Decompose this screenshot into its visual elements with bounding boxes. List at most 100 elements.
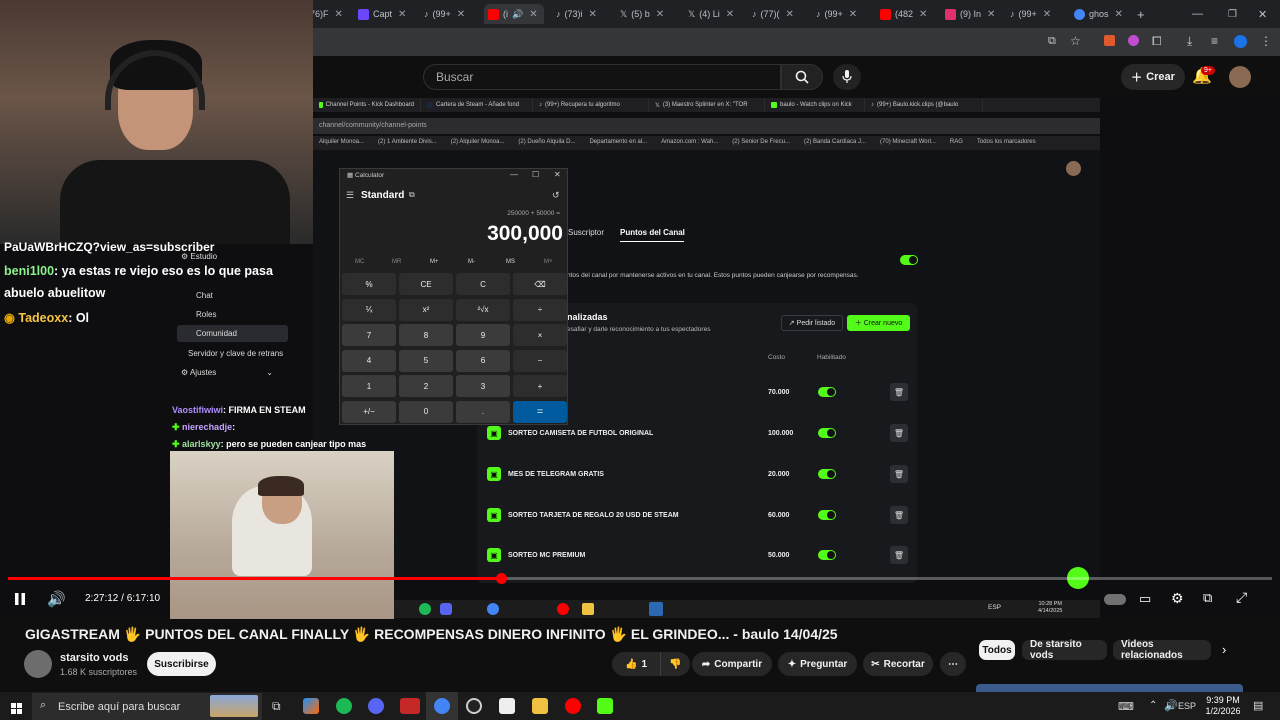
bookmark-star-icon[interactable]: ☆ <box>1070 34 1081 48</box>
subscribe-button[interactable]: Suscribirse <box>147 652 216 676</box>
restore-icon[interactable]: ❐ <box>1228 4 1237 24</box>
close-icon[interactable]: ✕ <box>589 9 597 20</box>
capcut-icon[interactable] <box>499 698 515 714</box>
chip-all[interactable]: Todos <box>979 640 1015 660</box>
channel-avatar[interactable] <box>24 650 52 678</box>
sidebar-item-roles: Roles <box>196 310 217 319</box>
chat-username: beni1l00 <box>4 264 55 278</box>
notification-center-icon[interactable]: ▤ <box>1253 699 1263 712</box>
search-button[interactable] <box>781 64 823 90</box>
discord-icon[interactable] <box>368 698 384 714</box>
tab-label: ghos <box>1089 9 1109 19</box>
chip-from-channel[interactable]: De starsito vods <box>1022 639 1107 661</box>
browser-tab[interactable]: Capt ✕ <box>358 4 410 24</box>
windows-start-icon[interactable] <box>11 701 22 714</box>
reward-name: SORTEO MC PREMIUM <box>508 551 586 559</box>
fullscreen-icon[interactable]: ⤢ <box>1236 589 1247 606</box>
browser-tab[interactable]: ♪ (99+ ✕ <box>424 4 474 24</box>
share-button[interactable]: ➦ Compartir <box>692 652 772 676</box>
close-icon[interactable]: ✕ <box>726 9 734 20</box>
keyboard-icon[interactable]: ⌨ <box>1118 700 1134 713</box>
close-icon[interactable]: ✕ <box>1043 9 1051 20</box>
like-button[interactable]: 👍 1 <box>612 652 660 676</box>
more-actions-button[interactable]: ⋯ <box>940 652 966 676</box>
close-icon[interactable]: ✕ <box>529 9 537 20</box>
ask-button[interactable]: ✦ Preguntar <box>778 652 857 676</box>
menu-icon[interactable]: ⋮ <box>1260 34 1272 48</box>
second-webcam-hair <box>258 476 304 496</box>
search-highlight-image <box>210 695 258 717</box>
file-explorer-icon[interactable] <box>532 698 548 714</box>
reading-list-icon[interactable]: ≡ <box>1211 34 1218 48</box>
chevron-right-icon[interactable]: › <box>1222 642 1226 657</box>
related-video-thumbnail[interactable] <box>976 684 1243 692</box>
theater-mode-icon[interactable]: ⧉ <box>1203 590 1212 606</box>
close-icon[interactable]: ✕ <box>398 9 406 20</box>
badge-icon: ✚ <box>172 439 183 449</box>
new-tab-button[interactable]: + <box>1137 4 1151 24</box>
instagram-icon <box>945 8 956 20</box>
browser-tab[interactable]: ♪ (73)i ✕ <box>556 4 610 24</box>
close-icon[interactable]: ✕ <box>849 9 857 20</box>
more-horizontal-icon: ⋯ <box>948 658 958 670</box>
close-icon[interactable]: ✕ <box>656 9 664 20</box>
reward-row: ▣ SORTEO MC PREMIUM 50.000 🗑 <box>487 539 915 571</box>
calculator-key: % <box>342 273 396 295</box>
taskbar-clock[interactable]: 9:39 PM 1/2/2026 <box>1200 695 1246 717</box>
download-icon[interactable]: ⤓ <box>1187 34 1192 49</box>
search-input[interactable]: Buscar <box>423 64 781 90</box>
account-avatar[interactable] <box>1229 66 1251 88</box>
copilot-icon[interactable] <box>303 698 319 714</box>
subtitles-icon[interactable]: ▭ <box>1139 591 1151 607</box>
tab-label: (73)i <box>564 9 583 19</box>
browser-tab[interactable]: ghos ✕ <box>1074 4 1128 24</box>
progress-scrubber[interactable] <box>495 573 507 584</box>
close-icon[interactable]: ✕ <box>987 9 995 20</box>
dislike-button[interactable]: 👎 <box>660 652 690 676</box>
stream-tab: Cartera de Steam - Añade fond <box>421 98 533 112</box>
close-window-icon[interactable]: ✕ <box>1258 4 1267 24</box>
settings-gear-icon[interactable]: ⚙ <box>1171 590 1184 607</box>
browser-tab[interactable]: ♪ (99+ ✕ <box>816 4 866 24</box>
volume-button[interactable]: 🔊 <box>47 590 66 608</box>
extensions-puzzle-icon[interactable]: ⧠ <box>1152 34 1162 49</box>
task-view-icon[interactable]: ⧉ <box>272 699 281 714</box>
stream-clock-time: 10:28 PM <box>1038 601 1062 607</box>
spotify-icon[interactable] <box>336 698 352 714</box>
channel-name[interactable]: starsito vods <box>60 652 128 664</box>
extension-icon[interactable] <box>1104 35 1115 46</box>
chrome-icon[interactable] <box>434 698 450 714</box>
browser-tab[interactable]: 𝕏 (5) b ✕ <box>620 4 670 24</box>
autoplay-toggle[interactable] <box>1104 594 1126 605</box>
install-icon[interactable]: ⧉ <box>1048 35 1056 48</box>
profile-icon[interactable] <box>1234 35 1247 48</box>
browser-tab[interactable]: (482 ✕ <box>880 4 936 24</box>
close-icon[interactable]: ✕ <box>919 9 927 20</box>
minimize-icon[interactable]: — <box>1192 4 1203 24</box>
tray-chevron-up-icon[interactable]: ⌃ <box>1149 700 1157 711</box>
extension-icon[interactable] <box>1128 35 1139 46</box>
close-icon[interactable]: ✕ <box>1115 9 1123 20</box>
clip-button[interactable]: ✂ Recortar <box>863 652 933 676</box>
browser-tab[interactable]: 𝕏 (4) Li ✕ <box>688 4 738 24</box>
app-icon[interactable] <box>400 698 420 714</box>
volume-tray-icon[interactable]: 🔊 <box>1164 699 1178 712</box>
sidebar-item-community: Comunidad <box>196 329 237 338</box>
browser-tab[interactable]: ♪ (77)(✕ <box>752 4 802 24</box>
reward-name: SORTEO CAMISETA DE FUTBOL ORIGINAL <box>508 429 654 437</box>
close-icon[interactable]: ✕ <box>457 9 465 20</box>
opera-icon[interactable] <box>565 698 581 714</box>
pause-button[interactable] <box>12 591 28 607</box>
close-icon[interactable]: ✕ <box>335 9 343 20</box>
close-icon[interactable]: ✕ <box>786 9 794 20</box>
obs-icon[interactable] <box>466 698 482 714</box>
taskbar-language[interactable]: ESP <box>1178 701 1196 711</box>
browser-tab[interactable]: ♪ (99+ ✕ <box>1010 4 1060 24</box>
kick-icon[interactable] <box>597 698 613 714</box>
chip-related[interactable]: Videos relacionados <box>1113 639 1211 661</box>
voice-search-button[interactable] <box>833 64 861 90</box>
browser-tab-active[interactable]: (i 🔊 ✕ <box>484 4 544 24</box>
create-button[interactable]: ＋ Crear <box>1121 64 1185 90</box>
browser-tab[interactable]: (9) In ✕ <box>945 4 1001 24</box>
browser-tab[interactable]: 76)F ✕ <box>310 4 346 24</box>
